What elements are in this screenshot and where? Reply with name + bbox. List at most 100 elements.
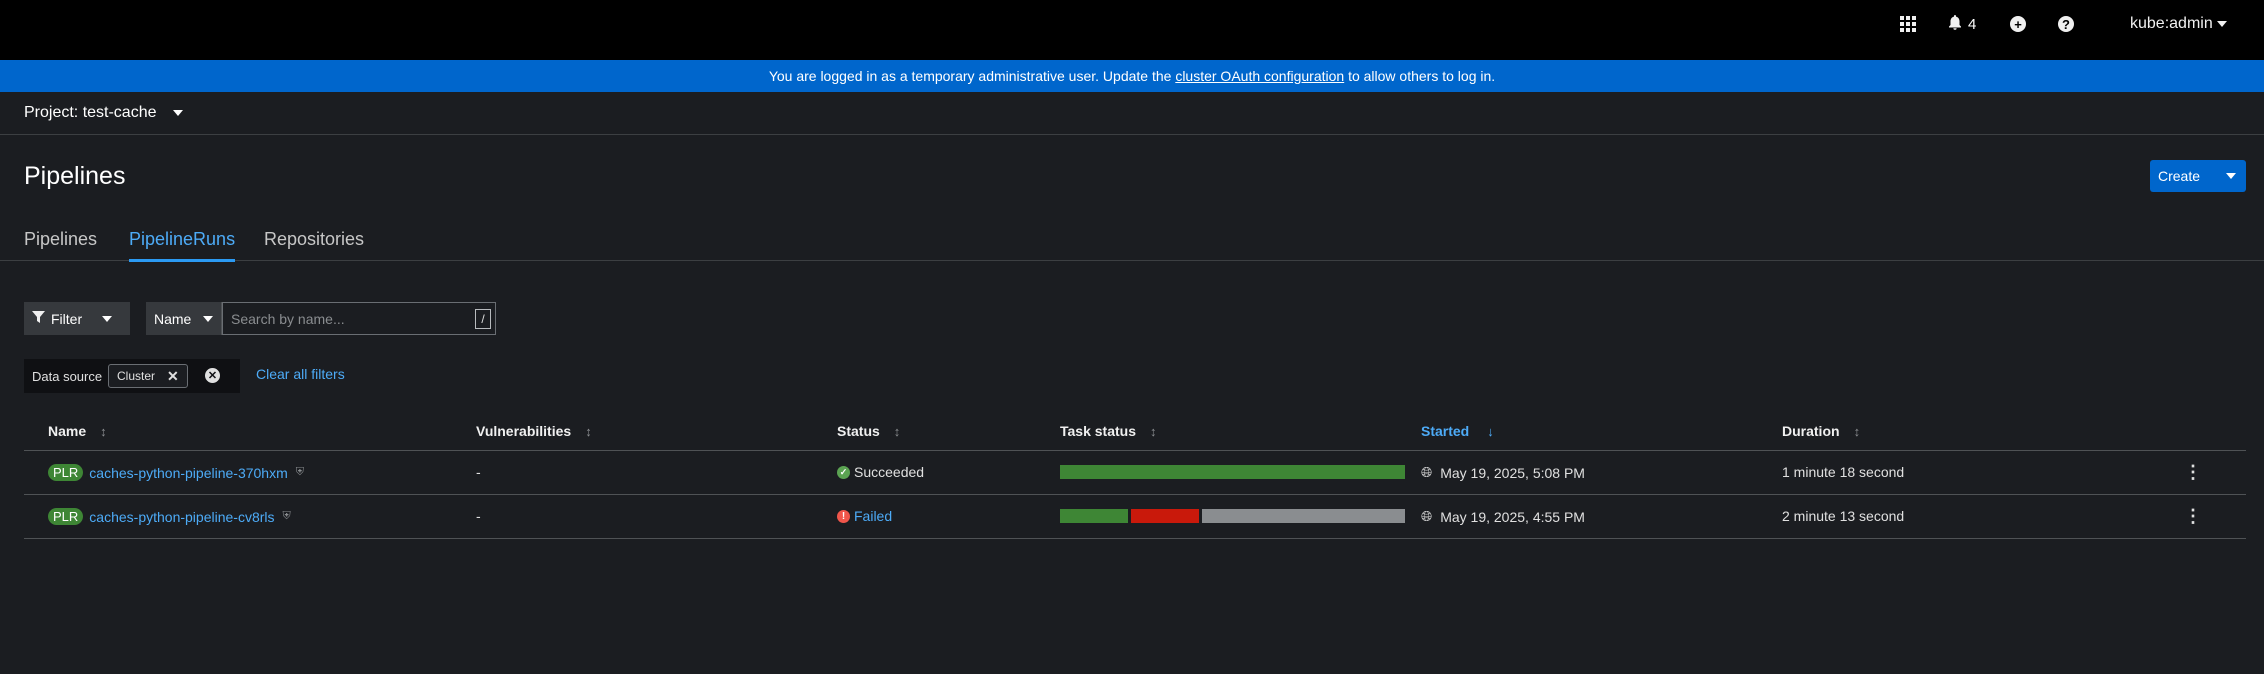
chip-group-label: Data source	[32, 368, 103, 384]
page-title: Pipelines	[24, 162, 126, 190]
banner-text-before: You are logged in as a temporary adminis…	[768, 68, 1176, 84]
name-select-label: Name	[154, 310, 192, 327]
create-button[interactable]: Create	[2150, 160, 2246, 192]
status-cell: ! Failed	[837, 508, 892, 524]
column-header-status[interactable]: Status ↕	[837, 423, 900, 439]
help-button[interactable]: ?	[2058, 14, 2078, 34]
close-circle-icon[interactable]: ✕	[205, 368, 220, 383]
create-dropdown-toggle[interactable]	[2216, 160, 2246, 192]
status-text[interactable]: Failed	[854, 508, 892, 524]
app-launcher-icon[interactable]	[1900, 14, 1920, 34]
banner-text-after: to allow others to log in.	[1344, 68, 1496, 84]
notifications-count: 4	[1968, 15, 1977, 33]
filter-chip-cluster: Cluster ✕	[108, 364, 188, 388]
sort-icon: ↕	[1853, 423, 1861, 439]
name-cell: PLR caches-python-pipeline-cv8rls ⛨	[48, 508, 291, 525]
kebab-menu-icon[interactable]: ⋮	[2184, 507, 2202, 525]
caret-down-icon	[2226, 173, 2236, 179]
caret-down-icon	[203, 315, 214, 322]
status-text: Succeeded	[854, 464, 925, 480]
tab-repositories[interactable]: Repositories	[264, 229, 364, 261]
pipelineruns-table: Name ↕ Vulnerabilities ↕ Status ↕ Task stat…	[24, 418, 2246, 539]
oauth-config-link[interactable]: cluster OAuth configuration	[1175, 68, 1344, 84]
project-label: Project: test-cache	[24, 104, 157, 121]
started-cell: 🌐︎ May 19, 2025, 5:08 PM	[1421, 464, 1585, 481]
started-text: May 19, 2025, 5:08 PM	[1440, 464, 1585, 481]
question-circle-icon: ?	[2058, 16, 2074, 32]
bell-icon	[1948, 14, 1962, 34]
shield-icon: ⛨	[282, 510, 291, 522]
table-header: Name ↕ Vulnerabilities ↕ Status ↕ Task stat…	[24, 418, 2246, 451]
vulnerabilities-cell: -	[476, 508, 481, 524]
filter-label: Filter	[51, 310, 83, 327]
duration-cell: 1 minute 18 second	[1782, 464, 1905, 480]
caret-down-icon	[102, 315, 113, 322]
task-segment-succeeded	[1060, 509, 1128, 523]
name-cell: PLR caches-python-pipeline-370hxm ⛨	[48, 464, 304, 481]
column-label: Name	[48, 423, 87, 439]
masthead: 4 + ? kube:admin	[0, 0, 2264, 60]
caret-down-icon	[172, 110, 183, 116]
status-cell: ✓ Succeeded	[837, 464, 924, 480]
task-status-bar[interactable]	[1060, 465, 1405, 479]
column-label: Status	[837, 423, 880, 439]
shield-icon: ⛨	[295, 466, 304, 478]
tabs: Pipelines PipelineRuns Repositories	[0, 226, 2264, 262]
clear-all-filters-link[interactable]: Clear all filters	[256, 366, 345, 382]
started-text: May 19, 2025, 4:55 PM	[1440, 508, 1585, 525]
search-field-select[interactable]: Name	[146, 302, 222, 335]
task-segment-skipped	[1201, 509, 1405, 523]
project-bar: Project: test-cache	[0, 92, 2264, 135]
search-placeholder: Search by name...	[231, 310, 345, 327]
plr-badge: PLR	[48, 464, 84, 481]
duration-cell: 2 minute 13 second	[1782, 508, 1905, 524]
column-label: Started	[1421, 423, 1470, 439]
create-label: Create	[2158, 168, 2201, 184]
import-button[interactable]: +	[2010, 14, 2030, 34]
kebab-menu-icon[interactable]: ⋮	[2184, 463, 2202, 481]
column-header-started[interactable]: Started ↓	[1421, 423, 1494, 439]
globe-icon: 🌐︎	[1421, 464, 1433, 480]
sort-icon: ↕	[893, 423, 901, 439]
tab-pipelineruns[interactable]: PipelineRuns	[129, 229, 236, 262]
temporary-admin-banner: You are logged in as a temporary adminis…	[0, 60, 2264, 92]
chip-label: Cluster	[117, 369, 156, 383]
filter-chip-group: Data source Cluster ✕ ✕	[24, 359, 240, 393]
started-cell: 🌐︎ May 19, 2025, 4:55 PM	[1421, 508, 1585, 525]
table-row: PLR caches-python-pipeline-370hxm ⛨ - ✓ …	[24, 451, 2246, 495]
search-input[interactable]: Search by name... /	[222, 302, 496, 335]
task-segment-succeeded	[1060, 465, 1405, 479]
filter-icon	[32, 310, 45, 327]
check-circle-icon: ✓	[837, 465, 850, 479]
plr-badge: PLR	[48, 508, 84, 525]
column-label: Vulnerabilities	[476, 423, 572, 439]
sort-icon: ↕	[1150, 423, 1157, 439]
vulnerabilities-cell: -	[476, 464, 481, 480]
pipelinerun-link[interactable]: caches-python-pipeline-370hxm	[89, 465, 287, 481]
column-label: Task status	[1060, 423, 1136, 439]
globe-icon: 🌐︎	[1421, 508, 1433, 524]
column-header-duration[interactable]: Duration ↕	[1782, 423, 1860, 439]
filter-dropdown[interactable]: Filter	[24, 302, 130, 335]
user-name: kube:admin	[2130, 15, 2213, 32]
plus-circle-icon: +	[2010, 16, 2026, 32]
project-selector[interactable]: Project: test-cache	[24, 104, 183, 122]
exclamation-circle-icon: !	[837, 509, 850, 523]
user-menu[interactable]: kube:admin	[2130, 14, 2227, 34]
sort-icon: ↕	[100, 423, 107, 439]
column-header-vulnerabilities[interactable]: Vulnerabilities ↕	[476, 423, 592, 439]
tab-pipelines[interactable]: Pipelines	[24, 229, 97, 261]
pipelinerun-link[interactable]: caches-python-pipeline-cv8rls	[89, 509, 274, 525]
search-shortcut-hint: /	[475, 309, 491, 329]
column-header-name[interactable]: Name ↕	[48, 423, 107, 439]
column-label: Duration	[1782, 423, 1840, 439]
sort-icon: ↕	[585, 423, 592, 439]
sort-down-icon: ↓	[1487, 423, 1494, 439]
column-header-task-status[interactable]: Task status ↕	[1060, 423, 1157, 439]
notifications-button[interactable]: 4	[1948, 14, 1976, 34]
chevron-down-icon	[2216, 21, 2227, 27]
task-status-bar[interactable]	[1060, 509, 1405, 523]
chip-remove-icon[interactable]: ✕	[167, 368, 179, 385]
table-row: PLR caches-python-pipeline-cv8rls ⛨ - ! …	[24, 495, 2246, 539]
task-segment-failed	[1130, 509, 1199, 523]
